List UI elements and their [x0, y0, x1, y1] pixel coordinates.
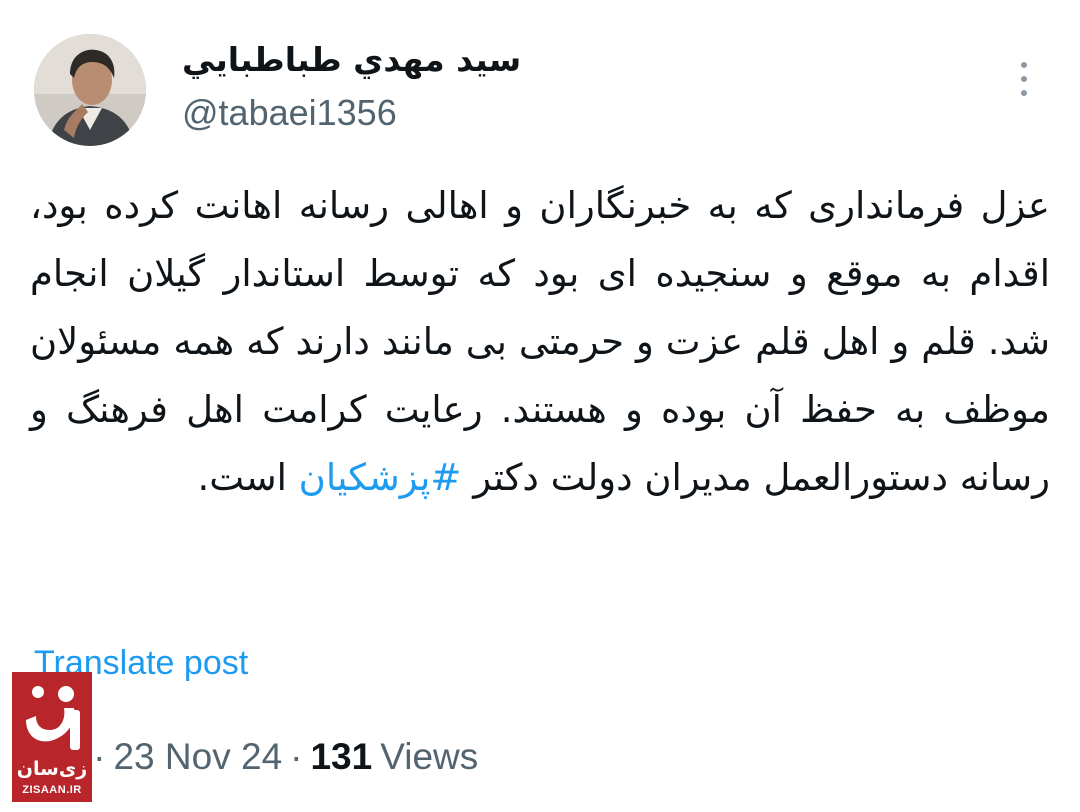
more-dot: [1021, 90, 1027, 96]
avatar[interactable]: [34, 34, 146, 146]
watermark-mark-icon: [26, 686, 80, 750]
author-display-name[interactable]: سيد مهدي طباطبايي: [182, 40, 522, 90]
meta-separator: ·: [93, 736, 106, 777]
tweet-date[interactable]: 23 Nov 24: [113, 736, 282, 778]
avatar-photo: [34, 34, 146, 146]
tweet-text-body: عزل فرمانداری که به خبرنگاران و اهالی رس…: [30, 184, 1050, 499]
hashtag-link[interactable]: #پزشکیان: [299, 456, 462, 499]
more-dot: [1021, 76, 1027, 82]
tweet-meta: 24 · 23 Nov 24 · 131 Views: [44, 736, 478, 784]
watermark-logo: زی‌سان ZISAAN.IR: [12, 672, 92, 802]
views-count[interactable]: 131: [310, 736, 372, 778]
views-label[interactable]: Views: [380, 736, 478, 778]
more-dot: [1021, 62, 1027, 68]
tweet-text-tail: است.: [197, 456, 299, 499]
tweet-text: عزل فرمانداری که به خبرنگاران و اهالی رس…: [30, 172, 1050, 512]
more-vertical-icon[interactable]: [1008, 54, 1040, 104]
watermark-text-en: ZISAAN.IR: [22, 784, 82, 796]
watermark-text-fa: زی‌سان: [16, 758, 88, 780]
author-handle[interactable]: @tabaei1356: [182, 92, 397, 138]
meta-separator: ·: [290, 736, 303, 777]
